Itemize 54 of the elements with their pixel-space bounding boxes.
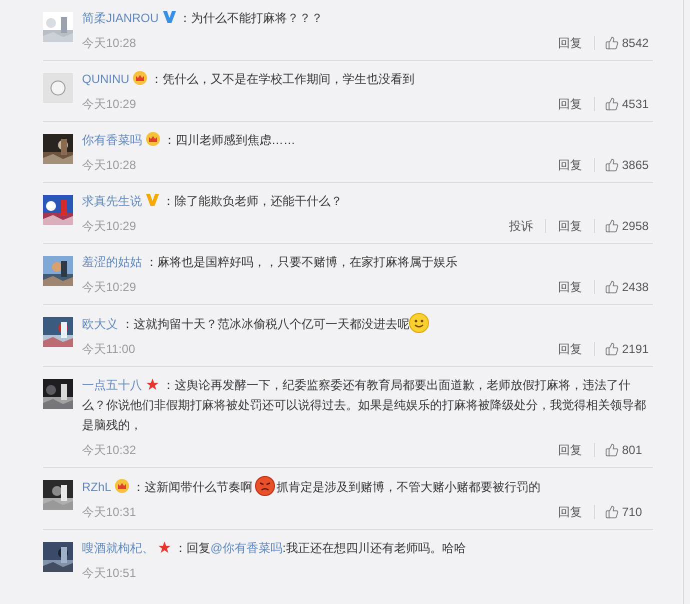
like-button[interactable]: 2958 xyxy=(605,217,653,235)
comment-action-link[interactable]: 回复 xyxy=(556,217,584,235)
comment-action-link[interactable]: 投诉 xyxy=(507,217,535,235)
v-badge-icon xyxy=(146,194,159,206)
comment-time: 今天10:29 xyxy=(82,96,136,113)
thumbs-up-icon xyxy=(605,342,619,356)
comment-time: 今天10:29 xyxy=(82,279,136,296)
thumbs-up-icon xyxy=(605,505,619,519)
angry-emoji-icon xyxy=(254,476,275,496)
smiley-emoji-icon xyxy=(409,313,430,333)
crown-icon xyxy=(133,71,148,85)
like-button[interactable]: 8542 xyxy=(605,34,653,52)
comment-text: 欧大义 ：这就拘留十天？范冰冰偷税八个亿可一天都没进去呢 xyxy=(82,313,653,334)
like-button[interactable]: 801 xyxy=(605,441,653,459)
comment-text: RZhL ：这新闻带什么节奏啊 抓肯定是涉及到赌博，不管大赌小赌都要被行罚的 xyxy=(82,476,653,497)
comment-action-link[interactable]: 回复 xyxy=(556,441,584,459)
thumbs-up-icon xyxy=(605,280,619,294)
comment-time: 今天10:28 xyxy=(82,157,136,174)
comment-text: 羞涩的姑姑 ：麻将也是国粹好吗，，只要不赌博，在家打麻将属于娱乐 xyxy=(82,254,458,271)
comment-action-link[interactable]: 回复 xyxy=(556,503,584,521)
like-button[interactable]: 2191 xyxy=(605,340,653,358)
comment-action-link[interactable]: 回复 xyxy=(556,95,584,113)
like-button[interactable]: 4531 xyxy=(605,95,653,113)
comment-time: 今天11:00 xyxy=(82,341,136,358)
default-avatar-icon xyxy=(43,73,73,103)
user-name[interactable]: 嗖酒就枸杞、 xyxy=(82,541,154,555)
comment-action-link[interactable]: 回复 xyxy=(556,34,584,52)
comment-time: 今天10:31 xyxy=(82,504,136,521)
comment-text: 嗖酒就枸杞、 ：回复@你有香菜吗:我正还在想四川还有老师吗。哈哈 xyxy=(82,540,467,557)
comment-action-link[interactable]: 回复 xyxy=(556,156,584,174)
star-icon xyxy=(158,541,171,554)
like-button[interactable]: 3865 xyxy=(605,156,653,174)
comment-text: 一点五十八 ：这舆论再发酵一下，纪委监察委还有教育局都要出面道歉，老师放假打麻将，违法了什么？你说他们非假期打麻将被处罚还可以说得过去。如果是纯娱乐的打麻将被降级处分，我觉得相关领导都是脑残的， xyxy=(82,377,647,434)
thumbs-up-icon xyxy=(605,158,619,172)
comment-action-link[interactable]: 回复 xyxy=(556,278,584,296)
crown-icon xyxy=(146,132,160,146)
comment-text: QUNINU ：凭什么，又不是在学校工作期间，学生也没看到 xyxy=(82,70,416,88)
comment-time: 今天10:28 xyxy=(82,35,136,52)
comment-action-link[interactable]: 回复 xyxy=(556,340,584,358)
comment-text: 求真先生说 ：除了能欺负老师，还能干什么？ xyxy=(82,193,344,210)
star-icon xyxy=(146,378,159,391)
comment-text: 你有香菜吗 ：四川老师感到焦虑…… xyxy=(82,131,296,149)
like-button[interactable]: 710 xyxy=(605,503,653,521)
comment-time: 今天10:29 xyxy=(82,218,136,235)
v-badge-icon xyxy=(162,11,176,23)
crown-icon xyxy=(115,479,130,493)
comment-time: 今天10:32 xyxy=(82,442,136,459)
like-button[interactable]: 2438 xyxy=(605,278,653,296)
thumbs-up-icon xyxy=(605,36,619,50)
thumbs-up-icon xyxy=(605,97,619,111)
comment-text: 简柔JIANROU ：为什么不能打麻将？？？ xyxy=(82,10,324,27)
thumbs-up-icon xyxy=(605,443,619,457)
thumbs-up-icon xyxy=(605,219,619,233)
comment-time: 今天10:51 xyxy=(82,565,136,582)
